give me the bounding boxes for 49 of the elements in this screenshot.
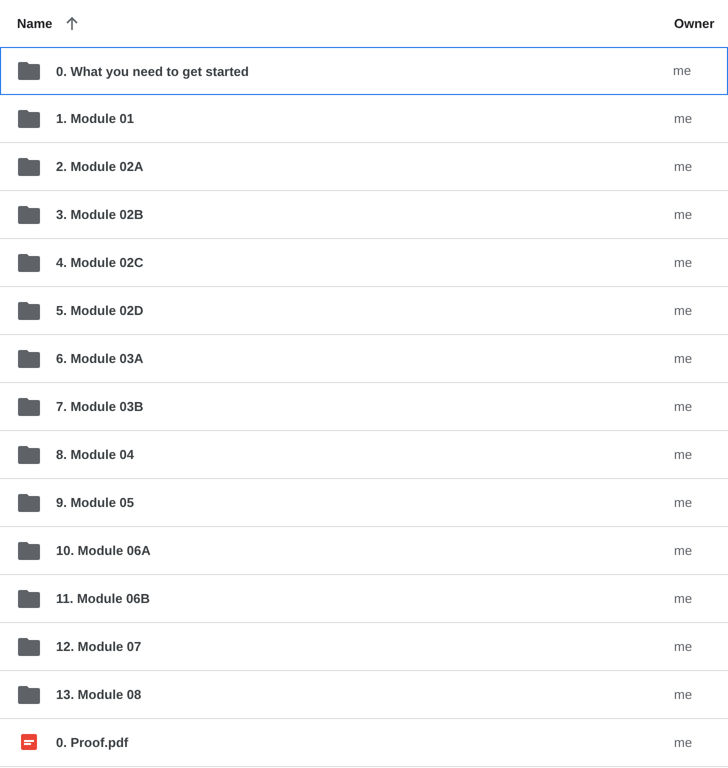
file-name: 1. Module 01 (56, 111, 134, 126)
owner-name: me (674, 206, 692, 222)
owner-name: me (673, 63, 692, 78)
file-name: 12. Module 07 (56, 639, 142, 654)
folder-icon (18, 542, 40, 560)
file-name: 0. Proof.pdf (56, 735, 128, 750)
folder-icon (18, 590, 40, 608)
folder-icon (18, 350, 40, 368)
owner-name: me (674, 638, 692, 654)
file-name: 5. Module 02D (56, 303, 144, 318)
folder-icon (18, 62, 40, 80)
folder-icon (18, 494, 40, 512)
file-name: 4. Module 02C (56, 255, 144, 270)
folder-icon (18, 398, 40, 416)
folder-icon (18, 110, 40, 128)
owner-name: me (674, 350, 692, 366)
file-row[interactable]: 0. What you need to get started me (0, 47, 728, 95)
folder-icon (18, 158, 40, 176)
file-name: 6. Module 03A (56, 351, 144, 366)
owner-name: me (674, 254, 692, 270)
column-header[interactable]: Name (17, 16, 52, 31)
pdf-file-icon (18, 734, 40, 752)
file-name: 7. Module 03B (56, 399, 144, 414)
file-name: 0. What you need to get started (56, 64, 249, 78)
folder-icon (18, 206, 40, 224)
owner-name: me (674, 542, 692, 558)
owner-name: me (674, 590, 692, 606)
folder-icon (18, 254, 40, 272)
owner-name: me (674, 686, 692, 702)
owner-name: me (674, 446, 692, 462)
folder-icon (18, 686, 40, 704)
owner-name: me (674, 158, 692, 174)
owner-name: me (674, 494, 692, 510)
folder-icon (18, 302, 40, 320)
file-name: 13. Module 08 (56, 687, 142, 702)
owner-name: me (674, 110, 692, 126)
file-name: 10. Module 06A (56, 543, 151, 558)
file-name: 11. Module 06B (56, 591, 150, 606)
file-name: 2. Module 02A (56, 159, 144, 174)
owner-name: me (674, 302, 692, 318)
owner-name: me (674, 398, 692, 414)
owner-name: me (674, 734, 692, 750)
folder-icon (18, 446, 40, 464)
column-header[interactable]: Owner (674, 16, 714, 30)
folder-icon (18, 638, 40, 656)
sort-arrow-icon[interactable] (64, 16, 80, 32)
file-name: 8. Module 04 (56, 447, 134, 462)
file-name: 3. Module 02B (56, 207, 144, 222)
file-name: 9. Module 05 (56, 495, 134, 510)
